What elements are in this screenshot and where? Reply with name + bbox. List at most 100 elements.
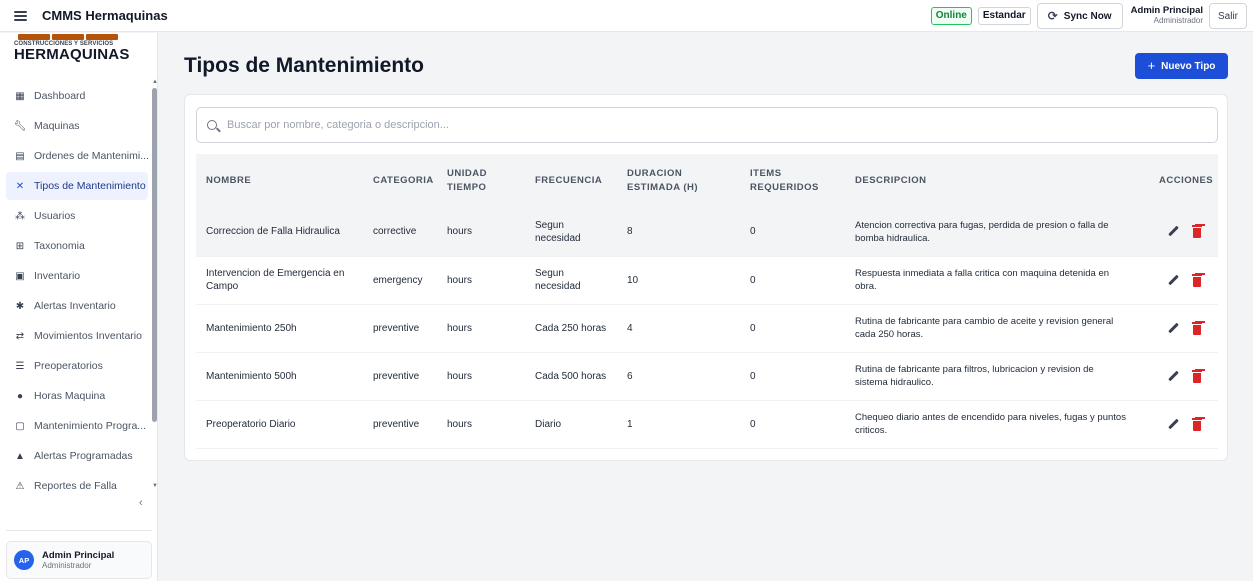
- sidebar-item-label: Ordenes de Mantenimi...: [34, 150, 148, 162]
- sidebar-item-reportes-falla[interactable]: ⚠︎ Reportes de Falla: [6, 472, 148, 500]
- sidebar-item-inventario[interactable]: ▣ Inventario: [6, 262, 148, 290]
- delete-icon[interactable]: [1192, 369, 1202, 383]
- search-input[interactable]: [227, 119, 1127, 131]
- sidebar-item-label: Movimientos Inventario: [34, 330, 142, 342]
- swap-icon: ⇄: [15, 330, 25, 342]
- cell-nombre: Mantenimiento 500h: [206, 370, 297, 382]
- edit-icon[interactable]: [1167, 370, 1180, 383]
- user-role: Administrador: [1153, 16, 1203, 25]
- sidebar-item-maquinas[interactable]: 🔧︎ Maquinas: [6, 112, 148, 140]
- sidebar-scrollbar[interactable]: ▲ ▼: [152, 79, 158, 491]
- logo-name: HERMAQUINAS: [14, 46, 130, 63]
- cell-frecuencia: Segun necesidad: [535, 219, 581, 244]
- users-icon: ⁂: [15, 210, 25, 222]
- delete-icon[interactable]: [1192, 321, 1202, 335]
- table-row[interactable]: Correccion de Falla Hidraulica correctiv…: [196, 208, 1218, 256]
- column-header-duracion[interactable]: DURACION ESTIMADA (H): [617, 154, 740, 208]
- checklist-icon: ☰: [15, 360, 25, 372]
- sidebar-item-ordenes[interactable]: ▤ Ordenes de Mantenimi...: [6, 142, 148, 170]
- edit-icon[interactable]: [1167, 225, 1180, 238]
- sidebar-item-label: Usuarios: [34, 210, 76, 222]
- cell-unidad: hours: [447, 370, 473, 382]
- sidebar-item-dashboard[interactable]: ▦ Dashboard: [6, 82, 148, 110]
- mode-badge: Estandar: [977, 7, 1031, 25]
- scroll-down-icon[interactable]: ▼: [152, 483, 158, 489]
- scroll-up-icon[interactable]: ▲: [152, 79, 158, 85]
- sync-label: Sync Now: [1063, 10, 1112, 22]
- sync-now-button[interactable]: ⟳ Sync Now: [1036, 3, 1123, 29]
- delete-icon[interactable]: [1192, 225, 1202, 239]
- cell-unidad: hours: [447, 322, 473, 334]
- cell-nombre: Correccion de Falla Hidraulica: [206, 226, 340, 238]
- logout-button[interactable]: Salir: [1209, 3, 1247, 29]
- edit-icon[interactable]: [1167, 274, 1180, 287]
- sidebar-item-label: Reportes de Falla: [34, 480, 117, 492]
- cell-acciones: [1149, 208, 1218, 256]
- sidebar-item-movimientos-inventario[interactable]: ⇄ Movimientos Inventario: [6, 322, 148, 350]
- cell-unidad: hours: [447, 274, 473, 286]
- sidebar-user-card[interactable]: AP Admin Principal Administrador: [6, 541, 152, 579]
- column-header-frecuencia[interactable]: FRECUENCIA: [525, 154, 617, 208]
- sidebar-item-usuarios[interactable]: ⁂ Usuarios: [6, 202, 148, 230]
- logo-machinery-graphic: [18, 34, 118, 40]
- cell-duracion: 1: [627, 418, 633, 430]
- calendar-icon: ▢: [15, 420, 25, 432]
- sidebar-user-role: Administrador: [42, 560, 92, 570]
- taxonomy-icon: ⊞: [15, 240, 25, 252]
- scroll-thumb[interactable]: [152, 88, 157, 422]
- sidebar-item-label: Mantenimiento Progra...: [34, 420, 147, 432]
- user-info: Admin Principal Administrador: [1131, 6, 1203, 26]
- app-title: CMMS Hermaquinas: [42, 8, 168, 23]
- search-box[interactable]: [196, 107, 1218, 143]
- cell-duracion: 6: [627, 370, 633, 382]
- cell-descripcion: Rutina de fabricante para cambio de acei…: [855, 316, 1114, 340]
- table-row[interactable]: Intervencion de Emergencia en Campo emer…: [196, 256, 1218, 304]
- cell-descripcion: Respuesta inmediata a falla critica con …: [855, 268, 1110, 292]
- table-row[interactable]: Mantenimiento 500h preventive hours Cada…: [196, 352, 1218, 400]
- new-type-button[interactable]: + Nuevo Tipo: [1135, 53, 1228, 79]
- sidebar-item-alertas-programadas[interactable]: ▲ Alertas Programadas: [6, 442, 148, 470]
- sidebar-item-preoperatorios[interactable]: ☰ Preoperatorios: [6, 352, 148, 380]
- delete-icon[interactable]: [1192, 273, 1202, 287]
- alert-icon: ✱: [15, 300, 25, 312]
- cell-acciones: [1149, 352, 1218, 400]
- cell-unidad: hours: [447, 418, 473, 430]
- sidebar-item-taxonomia[interactable]: ⊞ Taxonomia: [6, 232, 148, 260]
- top-bar: CMMS Hermaquinas Online Estandar ⟳ Sync …: [0, 0, 1253, 32]
- column-header-categoria[interactable]: CATEGORIA: [363, 154, 437, 208]
- cell-nombre: Intervencion de Emergencia en Campo: [206, 268, 345, 292]
- table-header-row: NOMBRE CATEGORIA UNIDAD TIEMPO FRECUENCI…: [196, 154, 1218, 208]
- cell-descripcion: Chequeo diario antes de encendido para n…: [855, 412, 1126, 436]
- sidebar-item-horas-maquina[interactable]: ● Horas Maquina: [6, 382, 148, 410]
- cell-frecuencia: Cada 250 horas: [535, 322, 607, 334]
- delete-icon[interactable]: [1192, 417, 1202, 431]
- sidebar-item-tipos-mantenimiento[interactable]: ✕ Tipos de Mantenimiento: [6, 172, 148, 200]
- wrench-icon: 🔧︎: [13, 120, 27, 132]
- cell-nombre: Preoperatorio Diario: [206, 418, 296, 430]
- collapse-sidebar-icon[interactable]: ‹: [139, 497, 143, 509]
- maintenance-types-table: NOMBRE CATEGORIA UNIDAD TIEMPO FRECUENCI…: [196, 154, 1218, 449]
- hamburger-icon: [13, 10, 27, 21]
- tools-icon: ✕: [15, 180, 25, 192]
- cell-duracion: 4: [627, 322, 633, 334]
- bell-icon: ▲: [15, 450, 25, 462]
- column-header-nombre[interactable]: NOMBRE: [196, 154, 363, 208]
- table-row[interactable]: Mantenimiento 250h preventive hours Cada…: [196, 304, 1218, 352]
- edit-icon[interactable]: [1167, 418, 1180, 431]
- menu-button[interactable]: [2, 0, 38, 32]
- cell-frecuencia: Diario: [535, 418, 562, 430]
- column-header-items[interactable]: ITEMS REQUERIDOS: [740, 154, 845, 208]
- table-row[interactable]: Preoperatorio Diario preventive hours Di…: [196, 400, 1218, 448]
- cell-categoria: preventive: [373, 322, 420, 334]
- edit-icon[interactable]: [1167, 322, 1180, 335]
- column-header-unidad-tiempo[interactable]: UNIDAD TIEMPO: [437, 154, 525, 208]
- sidebar-item-alertas-inventario[interactable]: ✱ Alertas Inventario: [6, 292, 148, 320]
- search-icon: [207, 120, 217, 130]
- sidebar-item-mantenimiento-programado[interactable]: ▢ Mantenimiento Progra...: [6, 412, 148, 440]
- cell-acciones: [1149, 400, 1218, 448]
- column-header-descripcion[interactable]: DESCRIPCION: [845, 154, 1149, 208]
- dashboard-icon: ▦: [15, 90, 25, 102]
- sidebar-divider: [6, 530, 152, 531]
- clipboard-icon: ▤: [15, 150, 25, 162]
- new-type-label: Nuevo Tipo: [1161, 60, 1216, 72]
